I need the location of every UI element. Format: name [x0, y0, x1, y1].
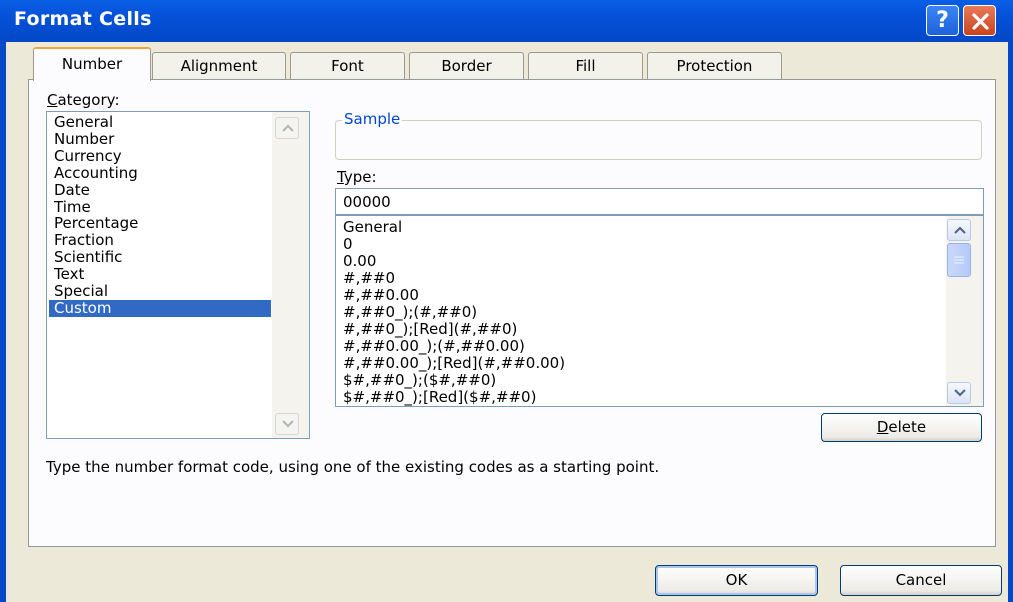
grip-icon: [954, 256, 964, 264]
category-item-text[interactable]: Text: [49, 266, 271, 283]
category-item-percentage[interactable]: Percentage: [49, 215, 271, 232]
tab-border[interactable]: Border: [409, 52, 524, 79]
close-button[interactable]: [963, 5, 996, 36]
category-label: Category:: [47, 91, 120, 109]
category-item-date[interactable]: Date: [49, 181, 271, 199]
help-icon: ?: [936, 8, 949, 33]
category-item-currency[interactable]: Currency: [49, 147, 271, 165]
tab-alignment[interactable]: Alignment: [152, 52, 286, 79]
type-input[interactable]: [335, 188, 984, 215]
type-label: Type:: [337, 168, 377, 186]
sample-label: Sample: [342, 110, 403, 128]
format-code-item[interactable]: #,##0.00_);[Red](#,##0.00): [343, 355, 565, 372]
format-code-item[interactable]: 0: [343, 236, 353, 253]
category-item-scientific[interactable]: Scientific: [49, 249, 271, 266]
tab-label: Number: [61, 55, 123, 73]
chevron-up-icon: [282, 124, 294, 132]
ok-button[interactable]: OK: [655, 565, 818, 596]
format-code-item[interactable]: 0.00: [343, 253, 376, 270]
category-list[interactable]: General Number Currency Accounting Date Time P…: [46, 111, 310, 439]
tab-label: Alignment: [180, 57, 258, 75]
format-code-item[interactable]: #,##0.00_);(#,##0.00): [343, 338, 525, 355]
category-item-custom[interactable]: Custom: [49, 299, 271, 317]
format-scrollbar[interactable]: [946, 216, 983, 406]
category-item-special[interactable]: Special: [49, 283, 271, 300]
format-code-item[interactable]: #,##0.00: [343, 287, 419, 304]
category-scroll-down-button[interactable]: [275, 413, 299, 435]
category-item-accounting[interactable]: Accounting: [49, 164, 271, 182]
format-code-item[interactable]: #,##0_);[Red](#,##0): [343, 321, 517, 338]
chevron-up-icon: [954, 226, 966, 234]
category-item-time[interactable]: Time: [49, 198, 271, 216]
tab-number[interactable]: Number: [33, 47, 151, 81]
window-left-border: [0, 42, 6, 602]
category-item-number[interactable]: Number: [49, 130, 271, 148]
format-code-item[interactable]: #,##0: [343, 270, 395, 287]
category-scroll-up-button[interactable]: [275, 117, 299, 139]
tab-font[interactable]: Font: [290, 52, 405, 79]
close-icon: [972, 13, 989, 30]
chevron-down-icon: [954, 389, 966, 397]
format-code-item[interactable]: $#,##0_);[Red]($#,##0): [343, 389, 536, 406]
chevron-down-icon: [282, 420, 294, 428]
tab-label: Protection: [676, 57, 753, 75]
tab-fill[interactable]: Fill: [528, 52, 643, 79]
category-item-general[interactable]: General: [49, 114, 271, 131]
window-right-border: [1008, 42, 1013, 602]
category-scrollbar[interactable]: [272, 112, 309, 438]
format-code-item[interactable]: $#,##0_);($#,##0): [343, 372, 496, 389]
help-button[interactable]: ?: [926, 5, 959, 36]
sample-group: [335, 120, 982, 160]
tab-protection[interactable]: Protection: [647, 52, 782, 79]
window-title: Format Cells: [14, 8, 152, 30]
format-code-item[interactable]: General: [343, 219, 402, 236]
format-scroll-thumb[interactable]: [947, 243, 971, 277]
format-scroll-up-button[interactable]: [947, 219, 971, 241]
tab-label: Fill: [575, 57, 596, 75]
cancel-button[interactable]: Cancel: [840, 565, 1002, 596]
category-item-fraction[interactable]: Fraction: [49, 232, 271, 249]
format-code-list[interactable]: General 0 0.00 #,##0 #,##0.00 #,##0_);(#,##0)…: [335, 215, 984, 407]
tab-label: Border: [441, 57, 492, 75]
tab-label: Font: [331, 57, 364, 75]
format-scroll-down-button[interactable]: [947, 382, 971, 404]
title-bar[interactable]: Format Cells ?: [0, 0, 1013, 42]
format-code-item[interactable]: #,##0_);(#,##0): [343, 304, 477, 321]
format-description: Type the number format code, using one o…: [46, 458, 660, 476]
delete-button[interactable]: Delete: [821, 413, 982, 442]
